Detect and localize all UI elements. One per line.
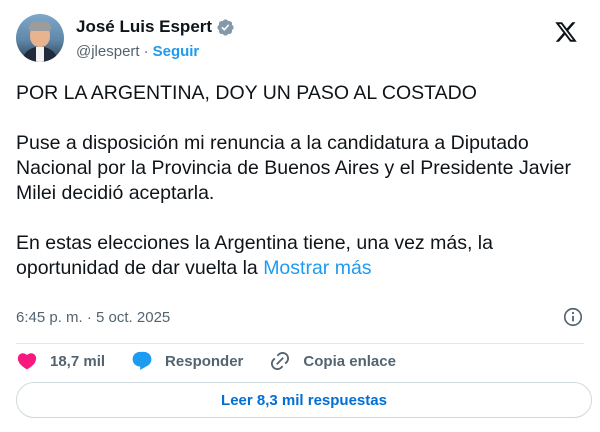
reply-button[interactable]: Responder xyxy=(131,350,243,372)
tweet-paragraph: En estas elecciones la Argentina tiene, … xyxy=(16,232,493,279)
embedded-tweet-card: José Luis Espert @jlespert · Seguir POR … xyxy=(0,0,600,432)
info-icon[interactable] xyxy=(562,306,584,328)
verified-badge-icon xyxy=(216,18,235,37)
copy-link-label: Copia enlace xyxy=(303,352,396,370)
avatar[interactable] xyxy=(16,14,64,62)
tweet-header: José Luis Espert @jlespert · Seguir xyxy=(16,14,584,64)
author-name-row: José Luis Espert xyxy=(76,16,235,38)
heart-icon xyxy=(17,353,37,370)
show-more-link[interactable]: Mostrar más xyxy=(263,257,371,279)
tweet-text: POR LA ARGENTINA, DOY UN PASO AL COSTADO… xyxy=(16,81,584,281)
speech-bubble-icon xyxy=(132,351,152,370)
read-replies-button[interactable]: Leer 8,3 mil respuestas xyxy=(16,382,592,418)
like-button[interactable]: 18,7 mil xyxy=(16,350,105,372)
tweet-actions: 18,7 mil Responder Copia enlace xyxy=(16,348,584,374)
reply-label: Responder xyxy=(165,352,244,370)
tweet-paragraph-last: En estas elecciones la Argentina tiene, … xyxy=(16,231,584,281)
author-name[interactable]: José Luis Espert xyxy=(76,17,212,37)
link-icon xyxy=(271,351,290,371)
copy-link-button[interactable]: Copia enlace xyxy=(269,350,396,372)
author-handle[interactable]: @jlespert xyxy=(76,43,140,60)
tweet-timestamp[interactable]: 6:45 p. m. · 5 oct. 2025 xyxy=(16,309,170,326)
tweet-meta: 6:45 p. m. · 5 oct. 2025 xyxy=(16,305,584,329)
like-count: 18,7 mil xyxy=(50,352,106,370)
separator-dot: · xyxy=(143,42,149,60)
tweet-paragraph: POR LA ARGENTINA, DOY UN PASO AL COSTADO xyxy=(16,82,477,104)
x-logo-icon[interactable] xyxy=(554,20,578,44)
tweet-paragraph: Puse a disposición mi renuncia a la cand… xyxy=(16,132,571,204)
author-handle-row: @jlespert · Seguir xyxy=(76,41,199,61)
follow-button[interactable]: Seguir xyxy=(153,43,200,60)
divider xyxy=(16,343,584,344)
